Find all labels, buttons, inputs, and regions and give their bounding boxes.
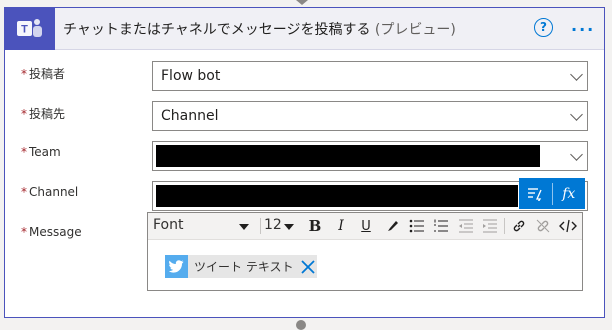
close-icon[interactable]	[299, 255, 317, 278]
message-label: * Message	[21, 225, 82, 239]
numbered-list-icon[interactable]	[431, 216, 451, 236]
italic-button[interactable]: I	[331, 216, 351, 236]
channel-label-text: Channel	[29, 185, 79, 199]
link-icon[interactable]	[509, 216, 529, 236]
caret-down-icon	[284, 224, 294, 230]
poster-label-text: 投稿者	[29, 67, 66, 81]
required-marker: *	[21, 67, 27, 81]
token-label: ツイート テキスト	[194, 260, 294, 274]
caret-down-icon	[239, 224, 249, 230]
required-marker: *	[21, 145, 27, 159]
channel-label: * Channel	[21, 185, 78, 199]
bold-button[interactable]: B	[305, 216, 325, 236]
card-title-text: チャットまたはチャネルでメッセージを投稿する	[63, 22, 371, 38]
expression-button[interactable]: fx	[552, 178, 585, 209]
chevron-down-icon[interactable]	[570, 68, 583, 81]
font-size-value: 12	[264, 217, 282, 233]
flow-connector-bottom	[296, 320, 306, 330]
team-label: * Team	[21, 145, 61, 159]
help-icon[interactable]: ?	[534, 18, 553, 37]
message-label-text: Message	[29, 225, 82, 239]
team-label-text: Team	[29, 145, 61, 159]
decrease-indent-icon[interactable]	[456, 216, 476, 236]
highlight-pen-icon[interactable]	[383, 216, 403, 236]
card-header[interactable]: T チャットまたはチャネルでメッセージを投稿する (プレビュー) ? ···	[5, 8, 604, 50]
flow-connector-top	[296, 0, 308, 5]
chevron-down-icon[interactable]	[570, 108, 583, 121]
required-marker: *	[21, 185, 27, 199]
dynamic-content-token[interactable]: ツイート テキスト	[165, 255, 318, 278]
teams-icon: T	[5, 8, 55, 50]
code-view-icon[interactable]	[558, 216, 578, 236]
required-marker: *	[21, 107, 27, 121]
redacted-value	[156, 145, 540, 167]
bullet-list-icon[interactable]	[407, 216, 427, 236]
post-in-label-text: 投稿先	[29, 107, 66, 121]
redacted-value	[156, 185, 518, 207]
editor-toolbar: Font 12 B I U	[148, 213, 582, 240]
post-in-value: Channel	[161, 108, 219, 124]
toolbar-divider	[504, 218, 505, 234]
more-options-icon[interactable]: ···	[571, 20, 595, 39]
underline-button[interactable]: U	[356, 216, 376, 236]
poster-value: Flow bot	[161, 68, 221, 84]
dynamic-content-panel: fx	[519, 178, 585, 209]
card-title: チャットまたはチャネルでメッセージを投稿する (プレビュー)	[63, 19, 456, 39]
unlink-icon[interactable]	[533, 216, 553, 236]
post-in-label: * 投稿先	[21, 105, 65, 122]
team-dropdown[interactable]	[152, 141, 588, 171]
font-family-value: Font	[153, 217, 184, 233]
twitter-icon	[165, 255, 188, 278]
svg-text:T: T	[21, 24, 28, 36]
poster-dropdown[interactable]: Flow bot	[152, 61, 588, 91]
font-size-select[interactable]: 12	[264, 217, 308, 233]
toolbar-divider	[260, 218, 261, 234]
post-in-dropdown[interactable]: Channel	[152, 101, 588, 131]
poster-label: * 投稿者	[21, 65, 65, 82]
card-title-preview: (プレビュー)	[374, 22, 456, 38]
message-editor[interactable]: Font 12 B I U ツイート テキスト	[147, 212, 583, 291]
increase-indent-icon[interactable]	[480, 216, 500, 236]
font-family-select[interactable]: Font	[153, 217, 257, 233]
required-marker: *	[21, 225, 27, 239]
dynamic-content-icon[interactable]	[519, 178, 552, 209]
chevron-down-icon[interactable]	[570, 148, 583, 161]
